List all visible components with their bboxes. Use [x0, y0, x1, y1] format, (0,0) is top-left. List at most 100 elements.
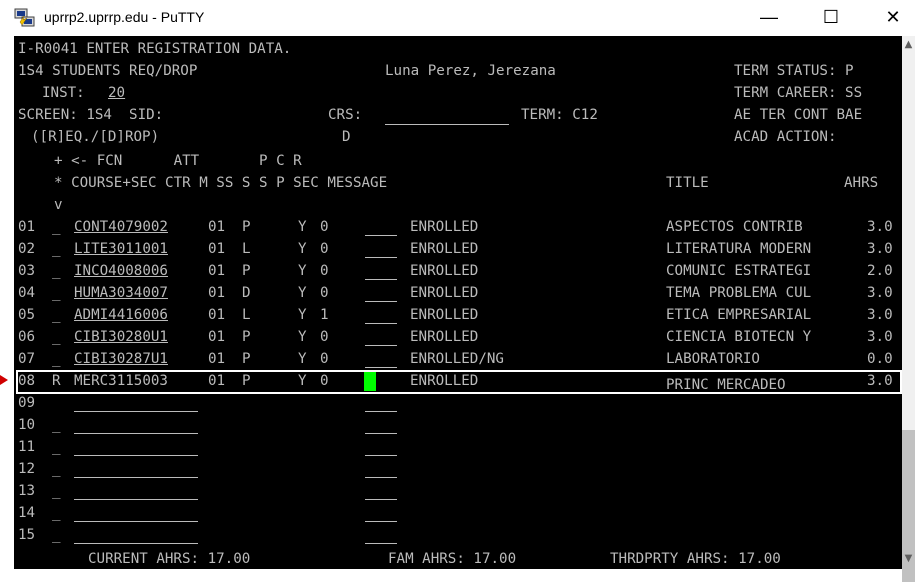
- current-ahrs: CURRENT AHRS: 17.00: [88, 551, 251, 567]
- ctr-value: 01: [208, 285, 226, 301]
- message-value: ENROLLED: [410, 307, 479, 323]
- course-sec-field[interactable]: [74, 411, 198, 412]
- vertical-scrollbar[interactable]: ▲ ▼: [902, 36, 915, 582]
- inst-field[interactable]: 20: [108, 82, 125, 104]
- course-title: COMUNIC ESTRATEGI: [666, 263, 812, 279]
- mode-value: P: [242, 329, 251, 345]
- sec-field[interactable]: [365, 455, 397, 456]
- fcn-field[interactable]: _: [52, 238, 61, 260]
- sec-field[interactable]: [365, 257, 397, 258]
- crs-label: CRS:: [328, 107, 363, 123]
- ctr-value: 01: [208, 307, 226, 323]
- course-sec-field[interactable]: [74, 477, 198, 478]
- sec-field[interactable]: [365, 367, 397, 368]
- fcn-field[interactable]: _: [52, 458, 61, 480]
- close-icon: ✕: [885, 6, 901, 27]
- row-number: 09: [18, 395, 36, 411]
- fcn-field[interactable]: _: [52, 502, 61, 524]
- ctr-value: 01: [208, 241, 226, 257]
- course-sec-field[interactable]: CONT4079002: [74, 216, 168, 238]
- cs-value: 0: [320, 329, 329, 345]
- column-header-row1: + <- FCN ATT P C R: [54, 153, 302, 169]
- sec-field[interactable]: [365, 543, 397, 544]
- row-number: 12: [18, 461, 36, 477]
- ahrs-value: 3.0: [867, 241, 893, 257]
- window-titlebar: uprrp2.uprrp.edu - PuTTY — ☐ ✕: [0, 0, 915, 36]
- course-sec-field[interactable]: INCO4008006: [74, 260, 168, 282]
- course-sec-field[interactable]: [74, 543, 198, 544]
- sec-field[interactable]: [365, 521, 397, 522]
- term-status: TERM STATUS: P: [734, 63, 854, 79]
- cs-value: 0: [320, 285, 329, 301]
- close-button[interactable]: ✕: [870, 0, 915, 34]
- mode-value: L: [242, 241, 251, 257]
- fcn-field[interactable]: _: [52, 326, 61, 348]
- ps-value: Y: [298, 219, 307, 235]
- course-sec-field[interactable]: CIBI30287U1: [74, 348, 168, 370]
- course-title: CIENCIA BIOTECN Y: [666, 329, 812, 345]
- sec-field[interactable]: [365, 279, 397, 280]
- fcn-field[interactable]: _: [52, 216, 61, 238]
- row-number: 02: [18, 241, 36, 257]
- ctr-value: 01: [208, 329, 226, 345]
- course-title: ETICA EMPRESARIAL: [666, 307, 812, 323]
- scroll-up-icon[interactable]: ▲: [902, 38, 915, 52]
- row-number: 05: [18, 307, 36, 323]
- message-value: ENROLLED: [410, 241, 479, 257]
- terminal-screen[interactable]: I-R0041 ENTER REGISTRATION DATA. 1S4 STU…: [14, 36, 902, 569]
- fcn-field[interactable]: _: [52, 260, 61, 282]
- fcn-field[interactable]: _: [52, 524, 61, 546]
- term-career: TERM CAREER: SS: [734, 85, 863, 101]
- crs-field[interactable]: [385, 124, 509, 125]
- sec-field[interactable]: [365, 499, 397, 500]
- sec-field[interactable]: [365, 477, 397, 478]
- column-header-row2: * COURSE+SEC CTR M SS S S P SEC MESSAGE: [54, 175, 388, 191]
- d-marker: D: [342, 129, 351, 145]
- fcn-field[interactable]: _: [52, 436, 61, 458]
- inst-label: INST:: [42, 85, 85, 101]
- mode-value: L: [242, 307, 251, 323]
- course-sec-field[interactable]: ADMI4416006: [74, 304, 168, 326]
- term-label: TERM: C12: [521, 107, 598, 123]
- sec-field[interactable]: [365, 323, 397, 324]
- screen-sid-label: SCREEN: 1S4 SID:: [18, 107, 164, 123]
- row-number: 13: [18, 483, 36, 499]
- fcn-field[interactable]: _: [52, 414, 61, 436]
- row-number: 14: [18, 505, 36, 521]
- course-title: TEMA PROBLEMA CUL: [666, 285, 812, 301]
- row-number: 15: [18, 527, 36, 543]
- sec-field[interactable]: [365, 235, 397, 236]
- row-number: 06: [18, 329, 36, 345]
- fcn-field[interactable]: _: [52, 304, 61, 326]
- fcn-field[interactable]: _: [52, 480, 61, 502]
- minimize-button[interactable]: —: [746, 0, 792, 34]
- row-pointer-icon: [0, 375, 8, 385]
- cs-value: 0: [320, 351, 329, 367]
- message-value: ENROLLED: [410, 219, 479, 235]
- course-sec-field[interactable]: HUMA3034007: [74, 282, 168, 304]
- ps-value: Y: [298, 307, 307, 323]
- row-number: 03: [18, 263, 36, 279]
- fcn-field[interactable]: _: [52, 348, 61, 370]
- course-sec-field[interactable]: [74, 499, 198, 500]
- sec-field[interactable]: [365, 345, 397, 346]
- putty-icon: [14, 8, 35, 27]
- message-value: ENROLLED: [410, 285, 479, 301]
- sec-field[interactable]: [365, 301, 397, 302]
- course-title: ASPECTOS CONTRIB: [666, 219, 803, 235]
- scroll-down-icon[interactable]: ▼: [902, 552, 915, 566]
- sec-field[interactable]: [365, 411, 397, 412]
- column-header-title: TITLE: [666, 175, 709, 191]
- maximize-button[interactable]: ☐: [808, 0, 854, 34]
- course-sec-field[interactable]: [74, 521, 198, 522]
- sec-field[interactable]: [365, 433, 397, 434]
- mode-value: P: [242, 219, 251, 235]
- fcn-field[interactable]: _: [52, 282, 61, 304]
- course-sec-field[interactable]: CIBI30280U1: [74, 326, 168, 348]
- course-title: LITERATURA MODERN: [666, 241, 812, 257]
- ae-ter-cont: AE TER CONT BAE: [734, 107, 863, 123]
- course-sec-field[interactable]: [74, 455, 198, 456]
- ctr-value: 01: [208, 351, 226, 367]
- course-sec-field[interactable]: LITE3011001: [74, 238, 168, 260]
- course-sec-field[interactable]: [74, 433, 198, 434]
